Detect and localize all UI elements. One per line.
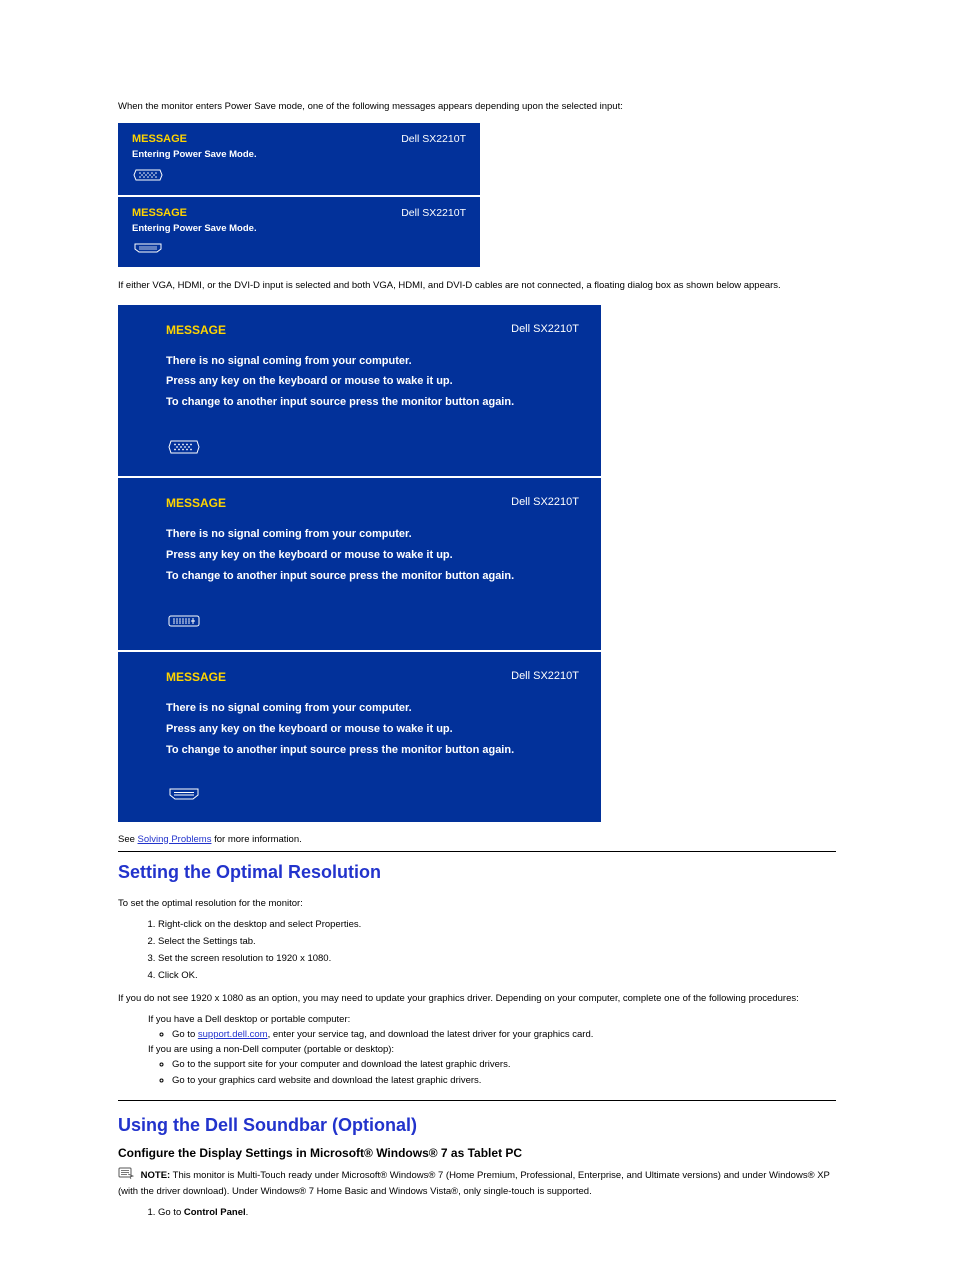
optres-sub-nondell-1: Go to the support site for your computer… bbox=[172, 1057, 836, 1072]
optres-step-1: Right-click on the desktop and select Pr… bbox=[158, 917, 836, 932]
see-suffix: for more information. bbox=[211, 834, 301, 845]
dialog-model: Dell SX2210T bbox=[511, 323, 579, 335]
nosig-line1: There is no signal coming from your comp… bbox=[166, 528, 412, 540]
touch-subhead: Configure the Display Settings in Micros… bbox=[118, 1146, 836, 1160]
bullet-text: If you are using a non-Dell computer (po… bbox=[148, 1044, 394, 1055]
step-bold: Control Panel bbox=[184, 1207, 246, 1218]
bullet-text: If you have a Dell desktop or portable c… bbox=[148, 1014, 350, 1025]
optres-bullet-dell: If you have a Dell desktop or portable c… bbox=[148, 1012, 836, 1042]
note-label: NOTE: bbox=[141, 1170, 171, 1181]
nosig-line2: Press any key on the keyboard or mouse t… bbox=[166, 375, 453, 387]
optres-sub-nondell-2: Go to your graphics card website and dow… bbox=[172, 1073, 836, 1088]
dialog-body: Entering Power Save Mode. bbox=[132, 149, 466, 160]
dvi-connector-icon bbox=[166, 613, 202, 629]
power-save-dialog-vga: MESSAGE Dell SX2210T Entering Power Save… bbox=[118, 123, 480, 195]
dialog-model: Dell SX2210T bbox=[401, 133, 466, 145]
optres-steps: Right-click on the desktop and select Pr… bbox=[158, 917, 836, 984]
optres-step-2: Select the Settings tab. bbox=[158, 934, 836, 949]
touch-steps: Go to Control Panel. bbox=[158, 1205, 836, 1220]
vga-connector-icon bbox=[166, 439, 202, 455]
dialog-body: There is no signal coming from your comp… bbox=[166, 698, 579, 761]
note-body: This monitor is Multi-Touch ready under … bbox=[118, 1170, 830, 1197]
optres-intro: To set the optimal resolution for the mo… bbox=[118, 897, 836, 911]
nosig-line2: Press any key on the keyboard or mouse t… bbox=[166, 723, 453, 735]
optimal-resolution-heading: Setting the Optimal Resolution bbox=[118, 862, 836, 883]
section-divider bbox=[118, 1100, 836, 1101]
see-prefix: See bbox=[118, 834, 138, 845]
optres-bullets: If you have a Dell desktop or portable c… bbox=[148, 1012, 836, 1088]
dialog-model: Dell SX2210T bbox=[511, 496, 579, 508]
step-suffix: . bbox=[246, 1207, 249, 1218]
section-divider bbox=[118, 851, 836, 852]
optres-step-3: Set the screen resolution to 1920 x 1080… bbox=[158, 951, 836, 966]
no-signal-dialog-vga: MESSAGE Dell SX2210T There is no signal … bbox=[118, 305, 601, 477]
vga-connector-icon bbox=[132, 168, 164, 182]
dialog-model: Dell SX2210T bbox=[511, 670, 579, 682]
nosig-line3: To change to another input source press … bbox=[166, 570, 514, 582]
sub-suffix: , enter your service tag, and download t… bbox=[268, 1029, 594, 1040]
intro-text: When the monitor enters Power Save mode,… bbox=[118, 100, 836, 113]
dialog-body: Entering Power Save Mode. bbox=[132, 223, 466, 234]
touch-screen-heading: Using the Dell Soundbar (Optional) bbox=[118, 1115, 836, 1136]
nosig-line3: To change to another input source press … bbox=[166, 396, 514, 408]
solving-problems-link[interactable]: Solving Problems bbox=[138, 834, 212, 845]
nosig-line1: There is no signal coming from your comp… bbox=[166, 702, 412, 714]
dialog-body: There is no signal coming from your comp… bbox=[166, 351, 579, 414]
dialog-model: Dell SX2210T bbox=[401, 207, 466, 219]
nosig-line1: There is no signal coming from your comp… bbox=[166, 355, 412, 367]
hdmi-connector-icon bbox=[132, 242, 164, 254]
power-save-dialog-hdmi: MESSAGE Dell SX2210T Entering Power Save… bbox=[118, 197, 480, 267]
optres-sub-dell: Go to support.dell.com, enter your servi… bbox=[172, 1027, 836, 1042]
sub-prefix: Go to bbox=[172, 1029, 198, 1040]
optres-step-4: Click OK. bbox=[158, 968, 836, 983]
step-prefix: Go to bbox=[158, 1207, 184, 1218]
hdmi-connector-icon bbox=[166, 787, 202, 801]
touch-note: NOTE: This monitor is Multi-Touch ready … bbox=[118, 1166, 836, 1200]
touch-step-1: Go to Control Panel. bbox=[158, 1205, 836, 1220]
nosig-line2: Press any key on the keyboard or mouse t… bbox=[166, 549, 453, 561]
note-icon bbox=[118, 1166, 134, 1185]
nosig-line3: To change to another input source press … bbox=[166, 744, 514, 756]
optres-bullet-nondell: If you are using a non-Dell computer (po… bbox=[148, 1042, 836, 1088]
dialog-body: There is no signal coming from your comp… bbox=[166, 524, 579, 587]
see-more-text: See Solving Problems for more informatio… bbox=[118, 834, 836, 845]
no-signal-dialog-dvi: MESSAGE Dell SX2210T There is no signal … bbox=[118, 478, 601, 650]
no-signal-dialog-hdmi: MESSAGE Dell SX2210T There is no signal … bbox=[118, 652, 601, 822]
support-dell-link[interactable]: support.dell.com bbox=[198, 1029, 268, 1040]
floating-dialog-intro: If either VGA, HDMI, or the DVI-D input … bbox=[118, 279, 836, 292]
optres-note: If you do not see 1920 x 1080 as an opti… bbox=[118, 992, 836, 1006]
